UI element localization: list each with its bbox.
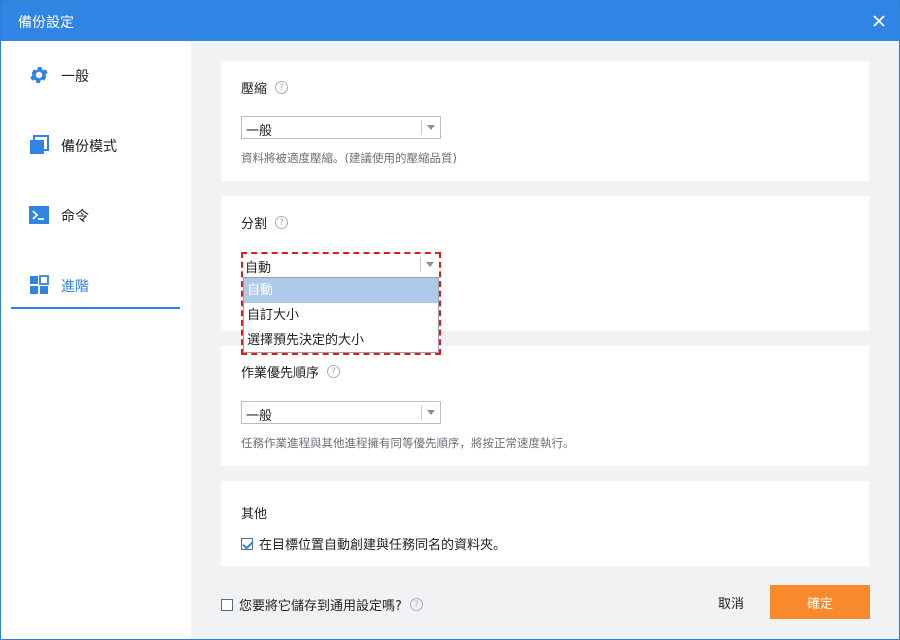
create-folder-option: 在目標位置自動創建與任務同名的資料夾。: [241, 534, 506, 553]
split-section-title: 分割 ?: [241, 213, 289, 232]
help-icon[interactable]: ?: [327, 365, 341, 378]
split-select-value: 自動: [245, 261, 272, 276]
sidebar-item-advanced[interactable]: 進階: [11, 261, 180, 309]
create-folder-label: 在目標位置自動創建與任務同名的資料夾。: [259, 538, 507, 553]
sidebar-item-label: 進階: [61, 279, 89, 295]
sidebar-item-general[interactable]: 一般: [11, 51, 180, 99]
sidebar-item-label: 命令: [61, 209, 89, 225]
sidebar-item-label: 一般: [61, 69, 89, 85]
priority-select-value: 一般: [246, 409, 273, 424]
priority-select[interactable]: 一般: [241, 401, 441, 424]
chevron-down-icon: [427, 410, 435, 415]
close-icon: [873, 15, 885, 27]
sidebar-item-backup-mode[interactable]: 備份模式: [11, 121, 180, 169]
compression-description: 資料將被適度壓縮。(建議使用的壓縮品質): [241, 151, 457, 165]
save-default-label: 您要將它儲存到通用設定嗎?: [239, 599, 402, 614]
priority-description: 任務作業進程與其他進程擁有同等優先順序，將按正常速度執行。: [241, 436, 575, 450]
close-button[interactable]: [865, 7, 893, 35]
copy-icon: [27, 133, 51, 157]
select-divider: [421, 120, 422, 135]
select-divider: [421, 405, 422, 420]
sidebar-item-command[interactable]: 命令: [11, 191, 180, 239]
other-panel: 其他 在目標位置自動創建與任務同名的資料夾。: [221, 481, 869, 566]
backup-settings-window: 備份設定 一般 備份模式 命令 進階 壓縮 ? 一般 資料將被適度壓縮。(建議使…: [0, 0, 900, 640]
sidebar-item-label: 備份模式: [61, 139, 117, 155]
save-default-checkbox[interactable]: [221, 598, 233, 611]
split-select[interactable]: 自動: [243, 254, 439, 276]
split-dropdown[interactable]: 自動 自動 自訂大小 選擇預先決定的大小: [241, 252, 441, 355]
compression-section-title: 壓縮 ?: [241, 78, 289, 97]
split-option-predefined-size[interactable]: 選擇預先決定的大小: [244, 328, 438, 353]
split-option-custom-size[interactable]: 自訂大小: [244, 303, 438, 328]
compression-panel: 壓縮 ? 一般 資料將被適度壓縮。(建議使用的壓縮品質): [221, 61, 869, 181]
help-icon[interactable]: ?: [409, 598, 423, 611]
compression-select[interactable]: 一般: [241, 116, 441, 139]
priority-title-text: 作業優先順序: [241, 366, 320, 381]
split-options-list: 自動 自訂大小 選擇預先決定的大小: [243, 277, 439, 353]
title-bar: 備份設定: [1, 1, 899, 41]
split-title-text: 分割: [241, 217, 268, 232]
split-option-auto[interactable]: 自動: [244, 278, 438, 303]
compression-select-value: 一般: [246, 124, 273, 139]
other-section-title: 其他: [241, 507, 268, 522]
terminal-icon: [27, 203, 51, 227]
select-divider: [420, 257, 421, 272]
compression-title-text: 壓縮: [241, 82, 268, 97]
save-default-option: 您要將它儲存到通用設定嗎? ?: [221, 595, 423, 614]
create-folder-checkbox[interactable]: [241, 537, 253, 550]
help-icon[interactable]: ?: [275, 216, 289, 229]
chevron-down-icon: [426, 262, 434, 267]
priority-panel: 作業優先順序 ? 一般 任務作業進程與其他進程擁有同等優先順序，將按正常速度執行…: [221, 346, 869, 466]
ok-button[interactable]: 確定: [770, 585, 870, 619]
chevron-down-icon: [427, 125, 435, 130]
window-title: 備份設定: [18, 15, 74, 31]
gear-icon: [27, 63, 51, 87]
sidebar: 一般 備份模式 命令 進階: [1, 41, 191, 639]
grid-icon: [27, 273, 51, 297]
help-icon[interactable]: ?: [275, 81, 289, 94]
priority-section-title: 作業優先順序 ?: [241, 362, 341, 381]
cancel-button[interactable]: 取消: [701, 585, 761, 619]
